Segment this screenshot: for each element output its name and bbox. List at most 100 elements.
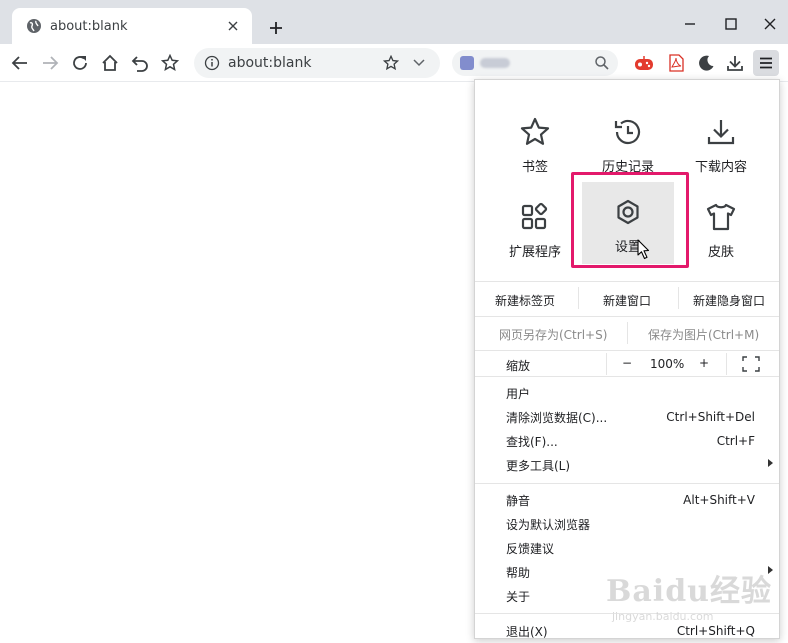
- search-box[interactable]: [452, 50, 618, 76]
- arrow-right-icon: [43, 56, 59, 70]
- new-window-item[interactable]: 新建窗口: [603, 292, 651, 309]
- history-icon: [614, 119, 641, 145]
- new-tab-button[interactable]: [264, 16, 288, 40]
- menu-item-label: 反馈建议: [506, 541, 555, 556]
- menu-item-shortcut: Ctrl+Shift+Del: [666, 410, 755, 424]
- url-input[interactable]: [228, 55, 374, 71]
- chevron-down-icon[interactable]: [408, 52, 430, 74]
- fullscreen-icon[interactable]: [742, 356, 760, 372]
- divider: [726, 353, 727, 375]
- star-icon: [161, 54, 179, 72]
- menu-item-feedback[interactable]: 反馈建议: [475, 536, 779, 560]
- menu-item-label: 清除浏览数据(C)...: [506, 410, 608, 425]
- tile-label: 下载内容: [694, 160, 747, 175]
- tile-label: 扩展程序: [508, 245, 561, 260]
- plus-icon: [270, 22, 282, 34]
- menu-item-more-tools[interactable]: 更多工具(L): [475, 453, 779, 477]
- main-menu-button[interactable]: [753, 50, 779, 76]
- divider: [475, 281, 779, 282]
- minimize-button[interactable]: [678, 12, 702, 36]
- info-icon: [204, 55, 220, 71]
- menu-item-label: 静音: [506, 493, 531, 508]
- divider: [475, 376, 779, 377]
- menu-item-label: 设为默认浏览器: [506, 517, 591, 532]
- reload-button[interactable]: [67, 50, 93, 76]
- menu-item-shortcut: Ctrl+Shift+Q: [676, 624, 755, 638]
- back-button[interactable]: [7, 50, 33, 76]
- bookmark-page-icon[interactable]: [380, 52, 402, 74]
- menu-item-find[interactable]: 查找(F)... Ctrl+F: [475, 429, 779, 453]
- dark-mode-button[interactable]: [693, 50, 719, 76]
- bookmark-star-icon: [520, 117, 550, 145]
- home-button[interactable]: [97, 50, 123, 76]
- minimize-icon: [685, 23, 695, 25]
- save-page-as-item[interactable]: 网页另存为(Ctrl+S): [499, 326, 607, 343]
- menu-item-label: 用户: [506, 386, 531, 401]
- watermark-brand: Baidu经验: [606, 574, 772, 609]
- game-extension-button[interactable]: [631, 50, 657, 76]
- menu-item-user[interactable]: 用户: [475, 381, 779, 405]
- download-icon: [727, 56, 743, 71]
- tab-title: about:blank: [50, 18, 128, 34]
- forward-button[interactable]: [37, 50, 63, 76]
- search-icon[interactable]: [594, 55, 610, 71]
- zoom-out-button[interactable]: −: [622, 356, 632, 370]
- watermark-url: jingyan.baidu.com: [612, 610, 714, 623]
- close-tab-icon[interactable]: [224, 17, 242, 35]
- divider: [475, 483, 779, 484]
- search-input[interactable]: [510, 55, 594, 71]
- tile-downloads[interactable]: 下载内容: [675, 102, 767, 184]
- favorites-button[interactable]: [157, 50, 183, 76]
- tile-extensions[interactable]: 扩展程序: [489, 187, 581, 269]
- mouse-cursor-icon: [637, 239, 650, 260]
- undo-close-button[interactable]: [127, 50, 153, 76]
- zoom-label: 缩放: [506, 359, 531, 373]
- divider: [475, 316, 779, 317]
- zoom-level: 100%: [650, 357, 685, 371]
- menu-item-set-default-browser[interactable]: 设为默认浏览器: [475, 512, 779, 536]
- settings-highlight-box: [571, 172, 689, 268]
- close-window-button[interactable]: [758, 12, 782, 36]
- menu-item-shortcut: Ctrl+F: [716, 434, 755, 448]
- new-incognito-window-item[interactable]: 新建隐身窗口: [693, 292, 765, 309]
- pdf-extension-button[interactable]: [663, 50, 689, 76]
- maximize-button[interactable]: [719, 12, 743, 36]
- zoom-in-button[interactable]: +: [699, 356, 709, 370]
- hamburger-menu-icon: [760, 57, 772, 69]
- address-bar[interactable]: [194, 48, 440, 78]
- extensions-icon: [521, 202, 548, 230]
- search-engine-icon[interactable]: [460, 56, 474, 70]
- reload-icon: [73, 56, 87, 70]
- tile-bookmarks[interactable]: 书签: [489, 102, 581, 184]
- save-as-image-item[interactable]: 保存为图片(Ctrl+M): [648, 326, 759, 343]
- divider: [627, 322, 628, 344]
- search-engine-label: [480, 58, 510, 68]
- close-icon: [764, 18, 776, 30]
- menu-item-label: 查找(F)...: [506, 434, 558, 449]
- divider: [578, 287, 579, 309]
- moon-icon: [699, 55, 714, 71]
- divider: [678, 287, 679, 309]
- new-tab-item[interactable]: 新建标签页: [495, 292, 555, 309]
- arrow-left-icon: [11, 56, 27, 70]
- shirt-icon: [706, 203, 736, 231]
- menu-item-clear-browsing-data[interactable]: 清除浏览数据(C)... Ctrl+Shift+Del: [475, 405, 779, 429]
- chevron-right-icon: [768, 459, 773, 467]
- baidu-jingyan-watermark: Baidu经验 jingyan.baidu.com: [606, 566, 776, 626]
- tab-about-blank[interactable]: about:blank: [12, 8, 252, 44]
- downloads-button[interactable]: [722, 50, 748, 76]
- divider: [606, 353, 607, 375]
- home-icon: [102, 54, 118, 71]
- tile-label: 皮肤: [707, 245, 734, 260]
- menu-item-shortcut: Alt+Shift+V: [683, 493, 755, 507]
- pdf-icon: [669, 54, 684, 72]
- divider: [475, 350, 779, 351]
- toolbar: [0, 44, 788, 82]
- tile-label: 书签: [521, 160, 548, 175]
- globe-icon: [27, 19, 41, 33]
- download-icon: [707, 120, 735, 145]
- menu-item-mute[interactable]: 静音 Alt+Shift+V: [475, 488, 779, 512]
- main-menu: 书签 历史记录 下载内容 扩展程序 设置 皮肤 新建标签页 新建窗口 新建隐身窗…: [474, 79, 780, 639]
- gamepad-icon: [635, 56, 653, 70]
- undo-icon: [131, 56, 148, 72]
